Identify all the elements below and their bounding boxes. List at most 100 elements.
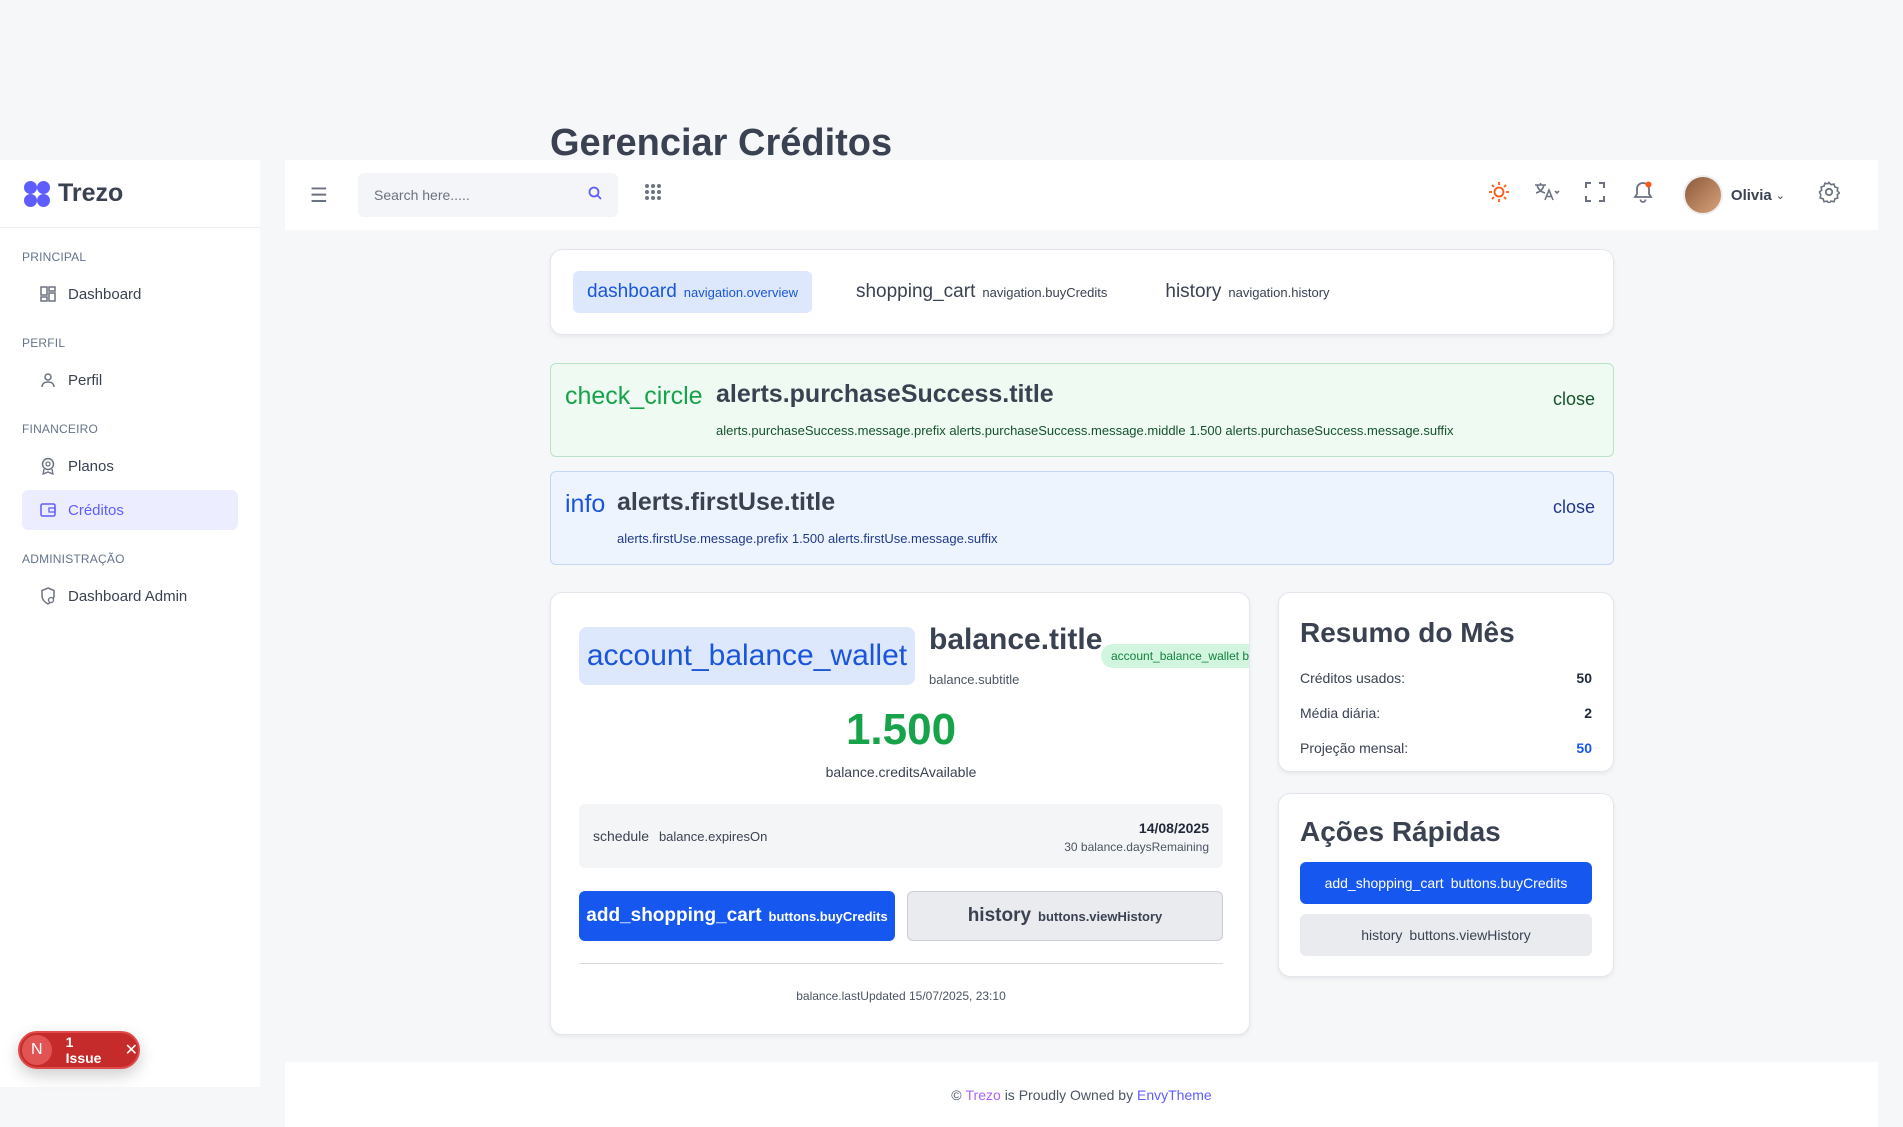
summary-label: Projeção mensal: [1300, 740, 1409, 756]
translate-icon[interactable] [1523, 182, 1571, 208]
quick-view-history-button[interactable]: history buttons.viewHistory [1300, 914, 1592, 956]
sidebar-item-dashboard-admin[interactable]: Dashboard Admin [22, 576, 238, 616]
summary-row: Projeção mensal: 50 [1300, 740, 1592, 756]
footer: © Trezo is Proudly Owned by EnvyTheme [285, 1062, 1878, 1127]
schedule-icon: schedule [593, 828, 650, 844]
page-title: Gerenciar Créditos [550, 122, 893, 164]
sidebar: Trezo PRINCIPAL Dashboard PERFIL Perfil … [0, 160, 260, 1087]
credits-amount: 1.500 [845, 705, 957, 754]
summary-label: Créditos usados: [1300, 670, 1406, 686]
sidebar-logo[interactable]: Trezo [0, 160, 260, 228]
navigation-tabs: dashboard navigation.overview shopping_c… [550, 249, 1614, 335]
issue-count-label[interactable]: 1 Issue [66, 1034, 113, 1066]
last-updated: balance.lastUpdated 15/07/2025, 23:10 [796, 989, 1006, 1003]
apps-grid-icon[interactable] [644, 183, 662, 207]
balance-card: account_balance_wallet balance.title bal… [550, 592, 1250, 1035]
summary-title: Resumo do Mês [1300, 617, 1515, 648]
tab-label: navigation.overview [683, 284, 798, 300]
nav-section-administracao: ADMINISTRAÇÃO Dashboard Admin [0, 552, 260, 616]
wallet-icon: account_balance_wallet [579, 627, 915, 685]
quick-buy-credits-button[interactable]: add_shopping_cart buttons.buyCredits [1300, 862, 1592, 904]
dashboard-grid-icon [38, 286, 58, 302]
purchase-success-alert: check_circle alerts.purchaseSuccess.titl… [550, 363, 1614, 457]
tab-label: navigation.history [1228, 284, 1330, 300]
buy-credits-button[interactable]: add_shopping_cart buttons.buyCredits [579, 891, 895, 941]
alert-close-button[interactable]: close [1553, 389, 1595, 410]
sidebar-item-planos[interactable]: Planos [22, 446, 238, 486]
nav-section-perfil: PERFIL Perfil [0, 336, 260, 400]
nav-heading: PRINCIPAL [22, 250, 87, 264]
summary-value: 2 [1584, 705, 1592, 721]
summary-value: 50 [1576, 740, 1592, 756]
check-circle-icon: check_circle [565, 382, 703, 410]
header-actions: Olivia ⌄ [1475, 175, 1853, 215]
balance-subtitle: balance.subtitle [929, 672, 1020, 687]
sidebar-item-label: Dashboard Admin [68, 587, 188, 605]
wallet-icon [38, 502, 58, 518]
expiration-date: 14/08/2025 [1138, 820, 1209, 836]
issue-badge[interactable]: N 1 Issue ✕ [18, 1031, 140, 1069]
view-history-button[interactable]: history buttons.viewHistory [907, 891, 1223, 941]
nav-heading: ADMINISTRAÇÃO [22, 552, 125, 566]
divider [579, 963, 1223, 964]
search-box[interactable] [358, 173, 618, 217]
expires-on-label: balance.expiresOn [658, 829, 768, 844]
nextjs-logo-icon: N [22, 1035, 52, 1065]
nav-heading: FINANCEIRO [22, 422, 99, 436]
quick-actions-card: Ações Rápidas add_shopping_cart buttons.… [1278, 793, 1614, 977]
menu-toggle-icon[interactable]: ☰ [310, 183, 340, 208]
shopping-cart-icon: shopping_cart [855, 281, 976, 302]
footer-text: is Proudly Owned by [1004, 1086, 1134, 1103]
light-mode-sun-icon[interactable] [1475, 181, 1523, 209]
top-header: ☰ Olivia ⌄ [285, 160, 1878, 230]
quick-actions-title: Ações Rápidas [1300, 816, 1501, 847]
alert-title: alerts.purchaseSuccess.title [716, 380, 1054, 408]
history-icon: history [967, 905, 1032, 926]
summary-value: 50 [1576, 670, 1592, 686]
summary-label: Média diária: [1300, 705, 1381, 721]
summary-row: Créditos usados: 50 [1300, 670, 1592, 686]
sidebar-item-dashboard[interactable]: Dashboard [22, 274, 238, 314]
tab-buy-credits[interactable]: shopping_cart navigation.buyCredits [842, 271, 1121, 313]
close-icon[interactable]: ✕ [125, 1040, 138, 1060]
search-icon[interactable] [588, 186, 602, 204]
fullscreen-icon[interactable] [1571, 182, 1619, 208]
alert-close-button[interactable]: close [1553, 497, 1595, 518]
search-input[interactable] [374, 187, 588, 203]
award-icon [38, 457, 58, 475]
sidebar-item-creditos[interactable]: Créditos [22, 490, 238, 530]
add-shopping-cart-icon: add_shopping_cart [1324, 875, 1444, 891]
alert-message: alerts.purchaseSuccess.message.prefix al… [716, 423, 1454, 438]
credits-available-label: balance.creditsAvailable [825, 764, 977, 780]
footer-company-link[interactable]: EnvyTheme [1137, 1087, 1212, 1103]
summary-row: Média diária: 2 [1300, 705, 1592, 721]
sidebar-item-label: Perfil [68, 371, 103, 389]
nav-heading: PERFIL [22, 336, 66, 350]
trezo-logo-icon [24, 180, 50, 207]
avatar[interactable] [1682, 175, 1723, 215]
tab-label: navigation.buyCredits [982, 284, 1108, 300]
sidebar-item-label: Planos [68, 457, 114, 475]
user-name[interactable]: Olivia [1731, 187, 1772, 204]
expiration-box: schedule balance.expiresOn 14/08/2025 30… [579, 804, 1223, 868]
settings-gear-icon[interactable] [1805, 181, 1853, 209]
history-icon: history [1165, 281, 1222, 302]
dashboard-icon: dashboard [587, 281, 677, 302]
days-remaining: 30 balance.daysRemaining [1064, 840, 1209, 854]
chevron-down-icon[interactable]: ⌄ [1776, 189, 1785, 202]
button-label: buttons.viewHistory [1409, 927, 1531, 943]
alert-title: alerts.firstUse.title [617, 488, 836, 516]
tab-overview[interactable]: dashboard navigation.overview [573, 271, 812, 313]
alert-message: alerts.firstUse.message.prefix 1.500 ale… [617, 531, 998, 546]
sidebar-item-perfil[interactable]: Perfil [22, 360, 238, 400]
logo-text: Trezo [58, 179, 124, 207]
sidebar-item-label: Créditos [68, 501, 124, 519]
admin-shield-icon [38, 587, 58, 605]
first-use-alert: info alerts.firstUse.title alerts.firstU… [550, 471, 1614, 565]
notification-bell-icon[interactable] [1619, 181, 1667, 209]
tab-history[interactable]: history navigation.history [1151, 271, 1343, 313]
copyright-symbol: © [951, 1086, 962, 1103]
monthly-summary-card: Resumo do Mês Créditos usados: 50 Média … [1278, 592, 1614, 772]
button-label: buttons.viewHistory [1038, 908, 1163, 924]
footer-brand-link[interactable]: Trezo [966, 1087, 1001, 1103]
